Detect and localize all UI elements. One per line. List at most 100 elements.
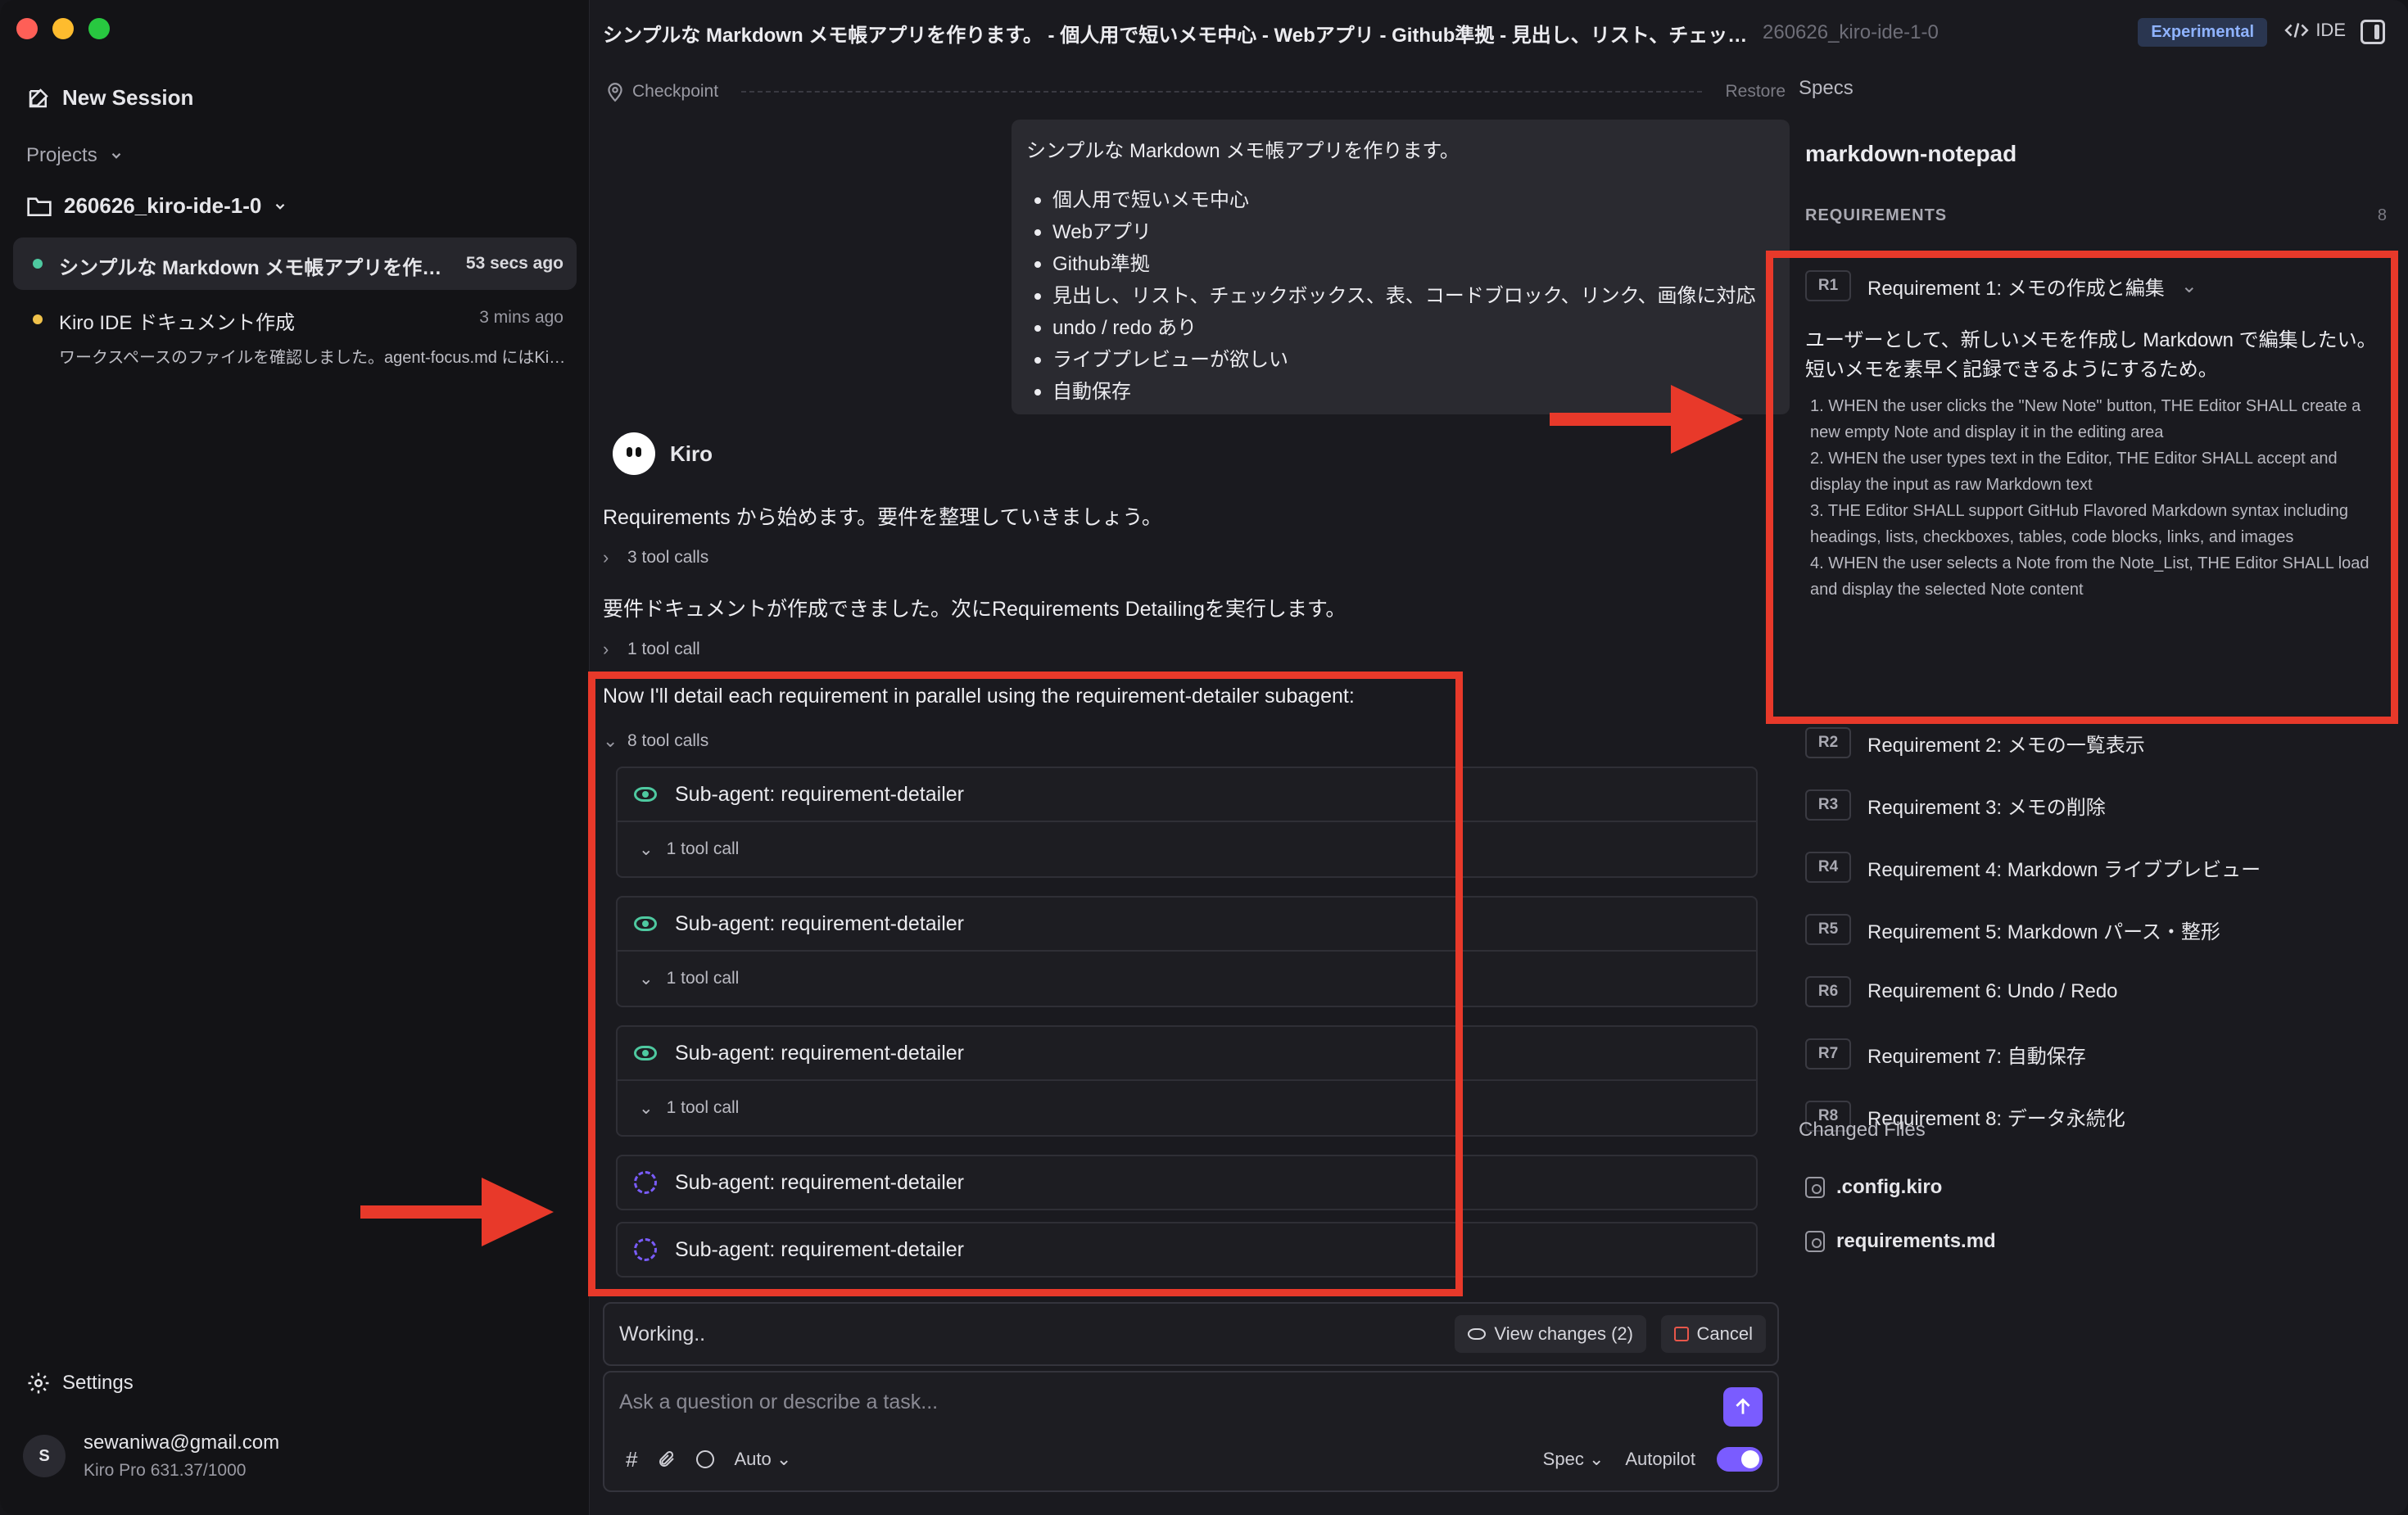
requirement-id-badge: R6 — [1805, 976, 1851, 1007]
session-summary: ワークスペースのファイルを確認しました。agent-focus.md にはKir… — [59, 349, 567, 367]
restore-button[interactable]: Restore — [1725, 82, 1786, 102]
checkpoint-label: Checkpoint — [632, 82, 719, 101]
changed-file-item[interactable]: .config.kiro — [1805, 1176, 1942, 1199]
checkpoint-divider — [741, 91, 1703, 93]
tool-calls-label: 3 tool calls — [627, 548, 709, 567]
hash-icon[interactable]: # — [626, 1447, 637, 1472]
list-item: 個人用で短いメモ中心 — [1026, 184, 1775, 216]
send-button[interactable] — [1723, 1387, 1763, 1427]
list-item: ライブプレビューが欲しい — [1026, 344, 1775, 376]
chevron-down-icon — [276, 203, 285, 210]
autopilot-toggle[interactable] — [1717, 1447, 1763, 1472]
cancel-label: Cancel — [1696, 1323, 1753, 1344]
autopilot-label: Autopilot — [1625, 1449, 1695, 1469]
file-icon — [1805, 1177, 1825, 1198]
projects-dropdown[interactable]: Projects — [26, 144, 124, 167]
cancel-button[interactable]: Cancel — [1660, 1315, 1766, 1353]
changed-file-item[interactable]: requirements.md — [1805, 1230, 1996, 1253]
file-icon — [1805, 1231, 1825, 1252]
requirement-id-badge: R5 — [1805, 914, 1851, 945]
requirement-item-r6[interactable]: R6 Requirement 6: Undo / Redo — [1805, 976, 2118, 1007]
code-icon — [2284, 23, 2309, 38]
requirement-item-r4[interactable]: R4 Requirement 4: Markdown ライブプレビュー — [1805, 852, 2261, 883]
requirement-title: Requirement 7: 自動保存 — [1867, 1045, 2086, 1068]
eye-icon — [1468, 1328, 1487, 1340]
context-icon[interactable] — [696, 1450, 715, 1468]
titlebar: シンプルな Markdown メモ帳アプリを作ります。 - 個人用で短いメモ中心… — [590, 0, 2408, 66]
session-title: シンプルな Markdown メモ帳アプリを作り... — [59, 257, 452, 279]
requirement-id-badge: R4 — [1805, 852, 1851, 883]
requirement-item-r3[interactable]: R3 Requirement 3: メモの削除 — [1805, 789, 2106, 821]
session-item-active[interactable]: シンプルな Markdown メモ帳アプリを作り... 53 secs ago — [13, 237, 577, 290]
mode-auto-dropdown[interactable]: Auto ⌄ — [734, 1449, 791, 1470]
requirement-id-badge: R2 — [1805, 727, 1851, 758]
user-plan: Kiro Pro 631.37/1000 — [84, 1461, 247, 1480]
requirement-id-badge: R3 — [1805, 789, 1851, 821]
mode-spec-label: Spec — [1542, 1449, 1584, 1469]
mode-auto-label: Auto — [734, 1449, 772, 1469]
compose-icon — [29, 88, 48, 107]
project-name: 260626_kiro-ide-1-0 — [64, 193, 262, 218]
arrow-up-icon — [1736, 1398, 1750, 1414]
sidebar: New Session Projects 260626_kiro-ide-1-0… — [0, 0, 590, 1515]
chevron-right-icon: › — [603, 639, 609, 659]
list-item: undo / redo あり — [1026, 312, 1775, 344]
new-session-label: New Session — [62, 85, 194, 110]
requirement-id-badge: R7 — [1805, 1038, 1851, 1070]
working-status: Working.. — [619, 1322, 706, 1345]
requirements-count: 8 — [2377, 206, 2387, 224]
experimental-badge: Experimental — [2138, 18, 2267, 47]
requirement-item-r2[interactable]: R2 Requirement 2: メモの一覧表示 — [1805, 727, 2145, 758]
settings-button[interactable]: Settings — [26, 1371, 134, 1395]
agent-name: Kiro — [670, 441, 713, 466]
avatar: S — [23, 1435, 66, 1477]
session-status-dot — [33, 259, 43, 269]
maximize-window-button[interactable] — [88, 18, 110, 39]
agent-message: Requirements から始めます。要件を整理していきましょう。 — [603, 506, 1162, 529]
tool-calls-toggle[interactable]: › 1 tool call — [603, 639, 700, 660]
checkpoint-row: Checkpoint Restore — [606, 77, 1786, 106]
requirement-item-r5[interactable]: R5 Requirement 5: Markdown パース・整形 — [1805, 914, 2220, 945]
requirement-title: Requirement 5: Markdown パース・整形 — [1867, 920, 2220, 943]
user-account[interactable]: S sewaniwa@gmail.com Kiro Pro 631.37/100… — [23, 1431, 279, 1481]
list-item: Webアプリ — [1026, 216, 1775, 248]
view-changes-button[interactable]: View changes (2) — [1455, 1315, 1646, 1353]
session-status-dot — [33, 314, 43, 324]
specs-label: Specs — [1799, 77, 1854, 99]
file-name: requirements.md — [1836, 1230, 1996, 1252]
requirement-title: Requirement 4: Markdown ライブプレビュー — [1867, 858, 2261, 881]
session-title-heading: シンプルな Markdown メモ帳アプリを作ります。 - 個人用で短いメモ中心… — [603, 24, 1749, 47]
session-title: Kiro IDE ドキュメント作成 — [59, 312, 296, 334]
composer-input[interactable]: Ask a question or describe a task... — [619, 1391, 938, 1414]
window-controls — [16, 18, 110, 39]
spec-name: markdown-notepad — [1805, 141, 2017, 166]
annotation-highlight-box — [588, 672, 1463, 1296]
paperclip-icon[interactable] — [657, 1449, 677, 1469]
tool-calls-label: 1 tool call — [627, 640, 700, 658]
agent-header: Kiro — [613, 432, 713, 475]
chat-composer[interactable]: Ask a question or describe a task... # A… — [603, 1371, 1779, 1492]
gear-icon — [28, 1373, 49, 1394]
requirement-title: Requirement 2: メモの一覧表示 — [1867, 734, 2145, 757]
minimize-window-button[interactable] — [52, 18, 74, 39]
annotation-arrow-icon — [1550, 385, 1743, 454]
list-item: Github準拠 — [1026, 248, 1775, 280]
project-tag: 260626_kiro-ide-1-0 — [1763, 21, 1939, 43]
app-window: New Session Projects 260626_kiro-ide-1-0… — [0, 0, 2408, 1515]
ide-button[interactable]: IDE — [2284, 20, 2346, 41]
new-session-button[interactable]: New Session — [26, 85, 193, 111]
location-pin-icon — [608, 83, 622, 102]
mode-spec-dropdown[interactable]: Spec ⌄ — [1543, 1449, 1605, 1470]
tool-calls-toggle[interactable]: › 3 tool calls — [603, 547, 708, 568]
kiro-logo-icon — [613, 432, 655, 475]
projects-label: Projects — [26, 144, 97, 166]
ide-label: IDE — [2315, 20, 2346, 40]
user-message-list: 個人用で短いメモ中心 Webアプリ Github準拠 見出し、リスト、チェックボ… — [1026, 184, 1775, 408]
close-window-button[interactable] — [16, 18, 38, 39]
requirement-item-r7[interactable]: R7 Requirement 7: 自動保存 — [1805, 1038, 2086, 1070]
project-folder[interactable]: 260626_kiro-ide-1-0 — [26, 193, 287, 219]
session-item[interactable]: Kiro IDE ドキュメント作成 3 mins ago ワークスペースのファイ… — [13, 300, 577, 382]
composer-toolbar: # Auto ⌄ Spec ⌄ Autopilot — [626, 1443, 1763, 1476]
panel-toggle-icon[interactable] — [2360, 20, 2385, 44]
changed-files-heading: Changed Files — [1799, 1119, 1926, 1141]
